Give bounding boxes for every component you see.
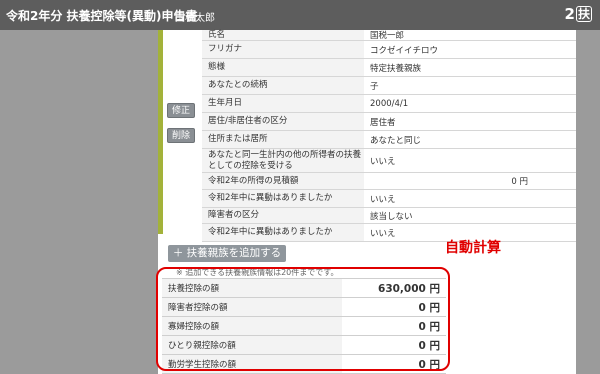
edit-button[interactable]: 修正 xyxy=(167,103,195,118)
detail-label: 居住/非居住者の区分 xyxy=(202,113,364,130)
detail-row-furigana: フリガナ コクゼイイチロウ xyxy=(202,41,576,59)
detail-row-birthdate: 生年月日 2000/4/1 xyxy=(202,95,576,113)
detail-row-type: 態様 特定扶養親族 xyxy=(202,59,576,77)
page-title: 令和2年分 扶養控除等(異動)申告書 xyxy=(6,9,198,23)
auto-calc-highlight-box xyxy=(156,267,450,371)
detail-row-other-earner: あなたと同一生計内の他の所得者の扶養としての控除を受ける いいえ xyxy=(202,149,576,173)
detail-row-change: 令和2年中に異動はありましたか いいえ xyxy=(202,190,576,208)
detail-label: あなたとの続柄 xyxy=(202,77,364,94)
auto-calc-annotation: 自動計算 xyxy=(445,240,501,256)
detail-label: 障害者の区分 xyxy=(202,208,364,223)
detail-label: あなたと同一生計内の他の所得者の扶養としての控除を受ける xyxy=(202,149,364,172)
detail-label: 生年月日 xyxy=(202,95,364,112)
detail-label: 氏名 xyxy=(202,30,364,40)
add-dependent-button[interactable]: ＋ 扶養親族を追加する xyxy=(168,245,286,262)
detail-value: 子 xyxy=(370,81,379,92)
detail-row-disability: 障害者の区分 該当しない xyxy=(202,208,576,224)
detail-value: いいえ xyxy=(370,194,396,205)
detail-row-residency: 居住/非居住者の区分 居住者 xyxy=(202,113,576,131)
detail-row-relationship: あなたとの続柄 子 xyxy=(202,77,576,95)
detail-value: あなたと同じ xyxy=(370,135,422,146)
app-header: 令和2年分 扶養控除等(異動)申告書 国税太郎 2扶 xyxy=(0,0,600,30)
detail-value: 2000/4/1 xyxy=(370,98,409,109)
dependent-accent-bar xyxy=(158,30,163,234)
detail-label: 令和2年中に異動はありましたか xyxy=(202,224,364,241)
detail-label: フリガナ xyxy=(202,41,364,58)
delete-button[interactable]: 削除 xyxy=(167,128,195,143)
detail-row-income-estimate: 令和2年の所得の見積額 0 円 xyxy=(202,173,576,190)
detail-value: 該当しない xyxy=(370,211,413,222)
detail-row-change-2: 令和2年中に異動はありましたか いいえ xyxy=(202,224,576,242)
detail-label: 住所または居所 xyxy=(202,131,364,148)
form-kanji-icon: 扶 xyxy=(575,6,592,22)
detail-value: 特定扶養親族 xyxy=(370,63,422,74)
detail-value: 0 円 xyxy=(511,177,528,187)
form-number-badge: 2扶 xyxy=(565,5,592,23)
detail-label: 態様 xyxy=(202,59,364,76)
detail-row-name: 氏名 国税一郎 xyxy=(202,30,576,41)
detail-value: 居住者 xyxy=(370,117,396,128)
detail-row-address: 住所または居所 あなたと同じ xyxy=(202,131,576,149)
detail-value: コクゼイイチロウ xyxy=(370,45,439,56)
form-number: 2 xyxy=(564,5,575,23)
detail-value: いいえ xyxy=(370,156,396,167)
detail-value: 国税一郎 xyxy=(370,31,405,41)
user-name: 国税太郎 xyxy=(175,13,215,24)
detail-label: 令和2年の所得の見積額 xyxy=(202,173,364,189)
detail-label: 令和2年中に異動はありましたか xyxy=(202,190,364,207)
